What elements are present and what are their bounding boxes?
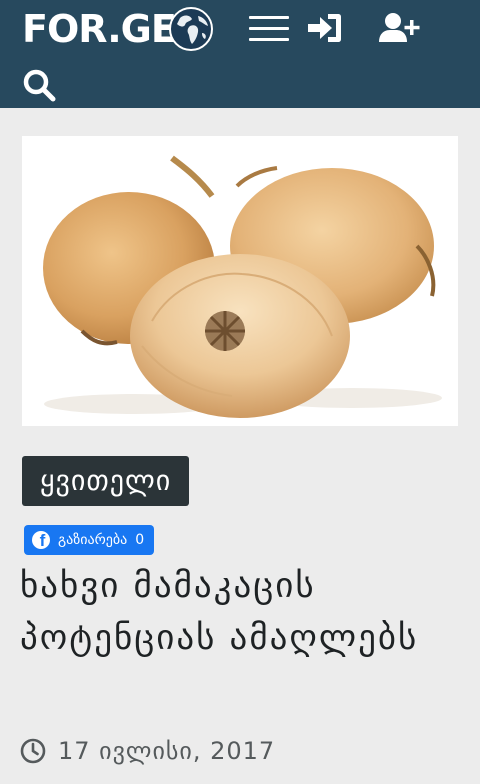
share-label: გაზიარება <box>58 532 128 548</box>
article-title: ხახვი მამაკაცის პოტენციას ამაღლებს <box>20 566 419 658</box>
logo-text: FOR.GE <box>22 7 177 51</box>
clock-icon <box>20 738 46 764</box>
article-date: 17 ივლისი, 2017 <box>20 734 275 768</box>
date-text: 17 ივლისი, 2017 <box>58 737 276 765</box>
onions-image <box>22 136 458 426</box>
article-hero-image[interactable] <box>22 136 458 426</box>
search-icon[interactable] <box>22 68 56 102</box>
sign-in-icon[interactable] <box>308 12 342 44</box>
site-header: FOR.GE <box>0 0 480 108</box>
add-user-icon[interactable] <box>378 12 420 44</box>
facebook-icon: f <box>32 531 50 549</box>
share-count: 0 <box>135 532 145 548</box>
category-tag[interactable]: ყვითელი <box>22 456 190 506</box>
site-logo[interactable]: FOR.GE <box>22 6 214 52</box>
facebook-share-button[interactable]: f გაზიარება 0 <box>24 525 155 555</box>
globe-icon <box>168 7 213 51</box>
menu-icon[interactable] <box>249 14 289 44</box>
